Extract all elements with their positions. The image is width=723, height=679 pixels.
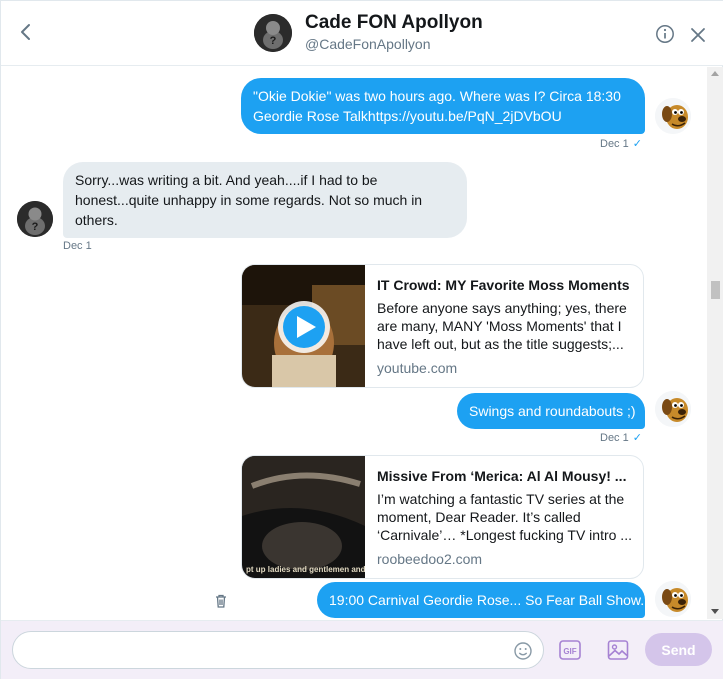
link-description: I’m watching a fantastic TV series at th…	[377, 491, 632, 543]
back-button[interactable]	[15, 21, 37, 43]
message-input-container[interactable]	[12, 631, 544, 669]
thumbnail-caption: pt up ladies and gentlemen and B	[246, 565, 365, 574]
link-card-body: IT Crowd: MY Favorite Moss Moments Befor…	[377, 275, 635, 377]
message-list[interactable]: "Okie Dokie" was two hours ago. Where wa…	[1, 67, 707, 619]
delete-message-button[interactable]	[213, 593, 229, 609]
read-check-icon: ✓	[632, 138, 642, 150]
message-bubble-incoming[interactable]: Sorry...was writing a bit. And yeah....i…	[63, 162, 467, 238]
contact-avatar[interactable]: ?	[17, 201, 53, 237]
conversation-header: ? Cade FON Apollyon @CadeFonApollyon	[1, 1, 723, 66]
link-domain: roobeedoo2.com	[377, 551, 483, 567]
link-preview-card[interactable]: pt up ladies and gentlemen and B Missive…	[241, 455, 644, 579]
close-button[interactable]	[689, 26, 707, 44]
link-title: IT Crowd: MY Favorite Moss Moments	[377, 277, 630, 293]
scroll-up-arrow-icon[interactable]	[711, 71, 719, 76]
chevron-left-icon	[21, 24, 30, 40]
emoji-icon	[514, 642, 532, 660]
dm-dialog: ? Cade FON Apollyon @CadeFonApollyon "Ok…	[0, 0, 723, 679]
message-bubble-outgoing[interactable]: Swings and roundabouts ;)	[457, 393, 645, 429]
image-icon	[607, 640, 629, 660]
link-preview-card[interactable]: IT Crowd: MY Favorite Moss Moments Befor…	[241, 264, 644, 388]
my-avatar[interactable]	[655, 581, 691, 617]
message-meta: Dec 1 ✓	[600, 137, 642, 150]
emoji-button[interactable]	[513, 641, 533, 661]
link-title: Missive From ‘Merica: Al Al Mousy! ...	[377, 468, 627, 484]
header-display-name[interactable]: Cade FON Apollyon	[305, 12, 483, 34]
link-thumbnail	[242, 265, 365, 387]
scroll-down-arrow-icon[interactable]	[711, 609, 719, 614]
read-check-icon: ✓	[632, 432, 642, 444]
message-timestamp: Dec 1	[600, 432, 629, 444]
message-text: Sorry...was writing a bit. And yeah....i…	[75, 172, 423, 228]
gif-label: GIF	[563, 647, 576, 656]
conversation-scrollbar[interactable]	[707, 67, 723, 619]
svg-text:?: ?	[32, 221, 39, 233]
close-icon	[691, 28, 705, 42]
message-timestamp: Dec 1	[63, 240, 92, 252]
header-handle: @CadeFonApollyon	[305, 36, 431, 52]
my-avatar[interactable]	[655, 391, 691, 427]
info-button[interactable]	[655, 24, 675, 44]
send-button[interactable]: Send	[645, 633, 712, 666]
message-timestamp: Dec 1	[600, 138, 629, 150]
svg-text:?: ?	[270, 35, 277, 47]
link-description: Before anyone says anything; yes, there …	[377, 300, 627, 352]
message-bubble-outgoing[interactable]: 19:00 Carnival Geordie Rose... So Fear B…	[317, 582, 645, 618]
header-avatar[interactable]: ?	[254, 14, 292, 52]
message-text: Swings and roundabouts ;)	[469, 403, 636, 419]
my-avatar[interactable]	[655, 98, 691, 134]
add-image-button[interactable]	[607, 639, 629, 661]
message-meta: Dec 1 ✓	[600, 431, 642, 444]
message-input[interactable]	[25, 640, 505, 660]
scroll-thumb[interactable]	[711, 281, 720, 299]
info-icon	[656, 25, 674, 43]
trash-icon	[216, 594, 226, 608]
link-card-body: Missive From ‘Merica: Al Al Mousy! ... I…	[377, 466, 635, 568]
gif-icon: GIF	[559, 640, 581, 660]
link-thumbnail: pt up ladies and gentlemen and B	[242, 456, 365, 578]
message-text: "Okie Dokie" was two hours ago. Where wa…	[253, 88, 621, 124]
link-domain: youtube.com	[377, 360, 458, 376]
gif-button[interactable]: GIF	[559, 640, 581, 660]
message-bubble-outgoing[interactable]: "Okie Dokie" was two hours ago. Where wa…	[241, 78, 645, 134]
message-text: 19:00 Carnival Geordie Rose... So Fear B…	[329, 592, 645, 608]
message-composer: GIF Send	[1, 620, 723, 679]
